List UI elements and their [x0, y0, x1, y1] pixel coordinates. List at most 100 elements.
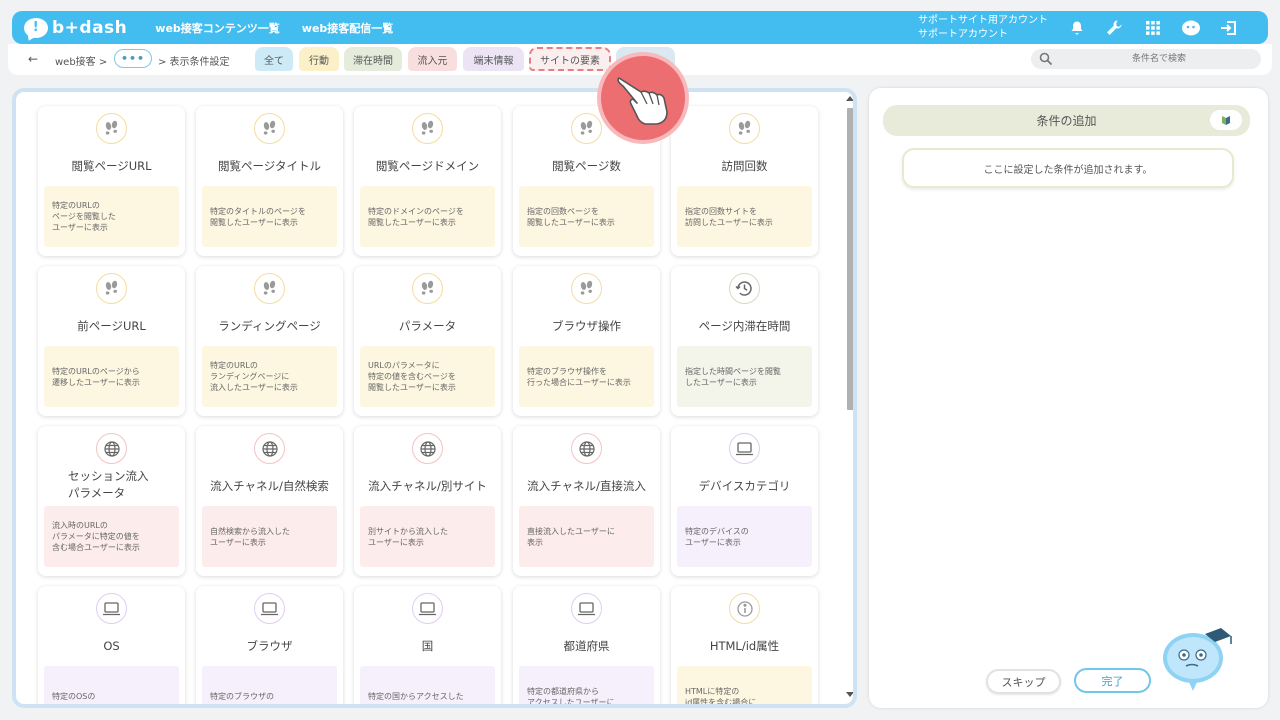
tab-inflow[interactable]: 流入元 [408, 47, 457, 71]
logo-bubble-icon: ! [24, 17, 48, 38]
condition-card-title: ブラウザ操作 [552, 319, 621, 333]
footprints-icon [412, 113, 443, 144]
collapse-toggle[interactable] [1210, 110, 1242, 130]
tab-device[interactable]: 端末情報 [463, 47, 524, 71]
condition-card[interactable]: 閲覧ページタイトル特定のタイトルのページを 閲覧したユーザーに表示 [196, 106, 343, 256]
condition-card-description: 自然検索から流入した ユーザーに表示 [202, 506, 337, 567]
condition-card[interactable]: OS 特定のOSの [38, 586, 185, 704]
condition-card-description: 直接流入したユーザーに 表示 [519, 506, 654, 567]
wrench-icon[interactable] [1103, 17, 1125, 39]
condition-card-title: 都道府県 [563, 639, 610, 653]
condition-card-title: 閲覧ページドメイン [375, 159, 480, 173]
condition-card[interactable]: HTML/id属性 HTMLに特定の id属性を含む場合に [671, 586, 818, 704]
condition-card-description: URLのパラメータに 特定の値を含むページを 閲覧したユーザーに表示 [360, 346, 495, 407]
condition-card[interactable]: 閲覧ページURL 特定のURLの ページを閲覧した ユーザーに表示 [38, 106, 185, 256]
scroll-up-icon[interactable] [846, 96, 854, 102]
condition-card[interactable]: ランディングページ特定のURLの ランディングページに 流入したユーザーに表示 [196, 266, 343, 416]
mascot-icon[interactable] [1180, 17, 1202, 39]
add-condition-title: 条件の追加 [1036, 114, 1097, 128]
breadcrumb-current: > 表示条件設定 [158, 57, 230, 68]
condition-card-description: 特定の国からアクセスした [360, 666, 495, 704]
condition-card-description: 指定した時間ページを閲覧 したユーザーに表示 [677, 346, 812, 407]
condition-card-title: セッション流入 パラメータ [68, 469, 149, 500]
search-input[interactable] [1031, 49, 1261, 69]
breadcrumb-web-接客[interactable]: web接客 > [55, 53, 107, 68]
laptop-icon [412, 593, 443, 624]
scroll-down-icon[interactable] [846, 692, 854, 698]
condition-list-panel: 閲覧ページURL 特定のURLの ページを閲覧した ユーザーに表示 閲覧ページタイト… [12, 88, 857, 708]
condition-card-title: 流入チャネル/別サイト [368, 479, 487, 493]
tab-stay-time[interactable]: 滞在時間 [344, 47, 402, 71]
laptop-icon [729, 433, 760, 464]
condition-card-description: 特定のURLの ページを閲覧した ユーザーに表示 [44, 186, 179, 247]
account-info[interactable]: サポートサイト用アカウント サポートアカウント [918, 14, 1048, 42]
condition-card[interactable]: ページ内滞在時間 指定した時間ページを閲覧 したユーザーに表示 [671, 266, 818, 416]
condition-card-description: HTMLに特定の id属性を含む場合に [677, 666, 812, 704]
condition-card-title: 前ページURL [77, 319, 146, 333]
account-name: サポートサイト用アカウント [918, 15, 1048, 26]
condition-card-description: 別サイトから流入した ユーザーに表示 [360, 506, 495, 567]
condition-card-title: 閲覧ページタイトル [217, 159, 322, 173]
footprints-icon [254, 113, 285, 144]
tab-site-elements[interactable]: サイトの要素 [529, 47, 611, 71]
condition-card[interactable]: ブラウザ 特定のブラウザの [196, 586, 343, 704]
condition-card[interactable]: 流入チャネル/別サイト別サイトから流入した ユーザーに表示 [354, 426, 501, 576]
condition-drop-area[interactable]: ここに設定した条件が追加されます。 [902, 148, 1234, 188]
condition-card-description: 特定の都道府県から アクセスしたユーザーに [519, 666, 654, 704]
condition-card[interactable]: 閲覧ページドメイン特定のドメインのページを 閲覧したユーザーに表示 [354, 106, 501, 256]
footprints-icon [254, 273, 285, 304]
condition-card-title: 閲覧ページ数 [552, 159, 621, 173]
condition-card[interactable]: 流入チャネル/直接流入 直接流入したユーザーに 表示 [513, 426, 660, 576]
condition-card[interactable]: 前ページURL 特定のURLのページから 遷移したユーザーに表示 [38, 266, 185, 416]
globe-icon [412, 433, 443, 464]
scroll-thumb[interactable] [847, 108, 853, 410]
condition-card-title: 訪問回数 [721, 159, 768, 173]
pointing-hand-icon [617, 77, 668, 125]
nav-contents-list[interactable]: web接客コンテンツ一覧 [155, 20, 280, 36]
mascot-character-icon [1163, 628, 1232, 691]
condition-card[interactable]: 国特定の国からアクセスした [354, 586, 501, 704]
skip-button[interactable]: スキップ [986, 669, 1061, 694]
globe-icon [571, 433, 602, 464]
beginner-mark-icon [1222, 116, 1230, 125]
scrollbar[interactable] [845, 96, 854, 699]
tab-all[interactable]: 全て [255, 47, 293, 71]
condition-card-description: 指定の回数ページを 閲覧したユーザーに表示 [519, 186, 654, 247]
condition-card-title: ランディングページ [218, 319, 321, 333]
condition-card-description: 特定のURLのページから 遷移したユーザーに表示 [44, 346, 179, 407]
condition-card-title: デバイスカテゴリ [698, 479, 791, 493]
logo[interactable]: ! b+dash [24, 17, 128, 38]
condition-card[interactable]: 流入チャネル/自然検索 自然検索から流入した ユーザーに表示 [196, 426, 343, 576]
tutorial-pointer [597, 52, 689, 144]
globe-icon [96, 433, 127, 464]
breadcrumb-more-button[interactable]: ••• [114, 49, 152, 68]
footprints-icon [96, 273, 127, 304]
condition-card[interactable]: 都道府県特定の都道府県から アクセスしたユーザーに [513, 586, 660, 704]
nav-delivery-list[interactable]: web接客配信一覧 [302, 20, 394, 36]
laptop-icon [254, 593, 285, 624]
bell-icon[interactable] [1066, 17, 1088, 39]
condition-card[interactable]: ブラウザ操作 特定のブラウザ操作を 行った場合にユーザーに表示 [513, 266, 660, 416]
condition-card-title: 閲覧ページURL [71, 159, 152, 173]
grid-icon[interactable] [1142, 17, 1164, 39]
footprints-icon [571, 273, 602, 304]
logout-icon[interactable] [1218, 17, 1240, 39]
condition-card-description: 特定のタイトルのページを 閲覧したユーザーに表示 [202, 186, 337, 247]
condition-card-description: 特定のデバイスの ユーザーに表示 [677, 506, 812, 567]
account-sub: サポートアカウント [918, 29, 1008, 40]
condition-card-description: 特定のドメインのページを 閲覧したユーザーに表示 [360, 186, 495, 247]
logo-text: b+dash [52, 17, 128, 38]
condition-card-description: 指定の回数サイトを 訪問したユーザーに表示 [677, 186, 812, 247]
condition-card-description: 特定のURLの ランディングページに 流入したユーザーに表示 [202, 346, 337, 407]
top-header: ! b+dash web接客コンテンツ一覧 web接客配信一覧 サポートサイト用… [12, 11, 1268, 44]
condition-card[interactable]: デバイスカテゴリ特定のデバイスの ユーザーに表示 [671, 426, 818, 576]
laptop-icon [571, 593, 602, 624]
globe-icon [254, 433, 285, 464]
back-arrow-icon[interactable]: ← [28, 52, 38, 66]
condition-card[interactable]: 訪問回数指定の回数サイトを 訪問したユーザーに表示 [671, 106, 818, 256]
condition-card[interactable]: セッション流入 パラメータ 流入時のURLの パラメータに特定の値を 含む場合ユー… [38, 426, 185, 576]
footprints-icon [412, 273, 443, 304]
tab-behavior[interactable]: 行動 [299, 47, 339, 71]
done-button[interactable]: 完了 [1074, 668, 1151, 693]
condition-card[interactable]: パラメータ URLのパラメータに 特定の値を含むページを 閲覧したユーザーに表示 [354, 266, 501, 416]
